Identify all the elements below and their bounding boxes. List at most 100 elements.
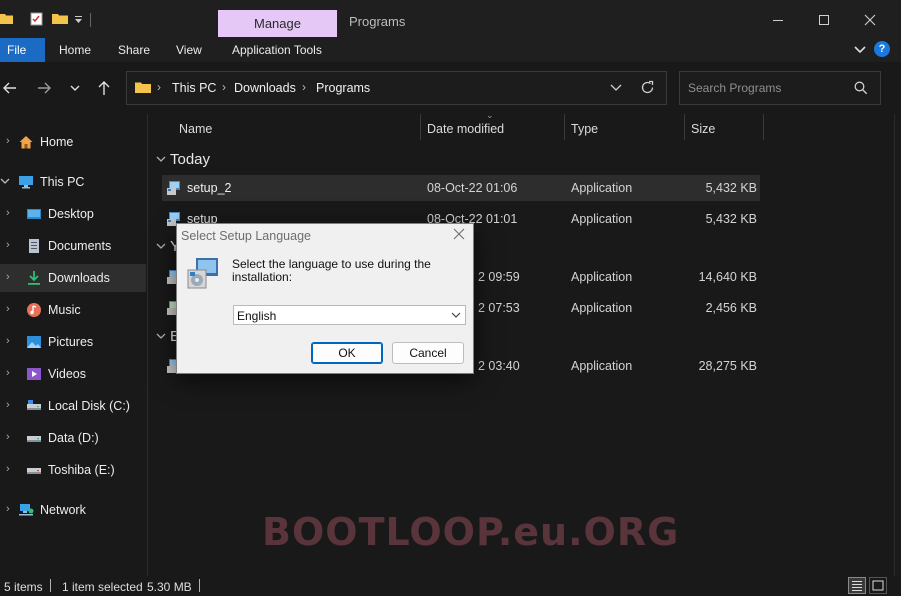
tab-application-tools[interactable]: Application Tools bbox=[232, 38, 322, 62]
tab-file[interactable]: File bbox=[0, 38, 45, 62]
minimize-icon[interactable] bbox=[768, 10, 788, 30]
sidebar-item-data-d[interactable]: › Data (D:) bbox=[0, 424, 146, 452]
vertical-scrollbar[interactable] bbox=[894, 114, 901, 576]
sidebar-item-videos[interactable]: › Videos bbox=[0, 360, 146, 388]
column-header-size[interactable]: Size bbox=[691, 122, 715, 136]
watermark: BOOTLOOP.eu.ORG bbox=[262, 510, 680, 554]
dialog-title: Select Setup Language bbox=[181, 229, 311, 243]
setup-language-dialog: Select Setup Language Select the languag… bbox=[176, 223, 474, 374]
sidebar-item-documents[interactable]: › Documents bbox=[0, 232, 146, 260]
file-row[interactable]: setup_2 08-Oct-22 01:06 Application 5,43… bbox=[162, 175, 760, 201]
cancel-button[interactable]: Cancel bbox=[392, 342, 464, 364]
breadcrumb-this-pc[interactable]: This PC bbox=[172, 81, 216, 95]
chevron-down-icon[interactable] bbox=[156, 243, 166, 251]
file-type: Application bbox=[571, 359, 633, 373]
file-date: 2 09:59 bbox=[478, 270, 520, 284]
tab-share[interactable]: Share bbox=[118, 38, 150, 62]
column-divider[interactable] bbox=[763, 114, 764, 140]
search-icon[interactable] bbox=[854, 81, 868, 95]
expand-ribbon-icon[interactable] bbox=[854, 43, 866, 55]
column-header-date-modified[interactable]: Date modified bbox=[427, 122, 504, 136]
large-icons-view-icon[interactable] bbox=[869, 577, 887, 594]
sidebar-item-pictures[interactable]: › Pictures bbox=[0, 328, 146, 356]
help-icon[interactable]: ? bbox=[874, 41, 890, 57]
tab-home[interactable]: Home bbox=[59, 38, 91, 62]
chevron-down-icon[interactable] bbox=[610, 83, 622, 93]
sidebar-item-downloads[interactable]: › Downloads bbox=[0, 264, 146, 292]
breadcrumb-downloads[interactable]: Downloads bbox=[234, 81, 296, 95]
chevron-down-icon[interactable] bbox=[156, 156, 166, 164]
file-size: 2,456 KB bbox=[705, 301, 757, 315]
breadcrumb-programs[interactable]: Programs bbox=[316, 81, 370, 95]
installer-icon bbox=[187, 258, 218, 289]
column-divider[interactable] bbox=[684, 114, 685, 140]
column-header-name[interactable]: Name bbox=[179, 122, 212, 136]
file-size: 14,640 KB bbox=[698, 270, 757, 284]
back-arrow-icon[interactable] bbox=[0, 78, 22, 98]
chevron-right-icon[interactable]: › bbox=[6, 335, 10, 347]
sidebar-item-desktop[interactable]: › Desktop bbox=[0, 200, 146, 228]
network-icon bbox=[19, 504, 34, 516]
sidebar-item-toshiba-e[interactable]: › Toshiba (E:) bbox=[0, 456, 146, 484]
tab-manage[interactable]: Manage bbox=[218, 10, 337, 37]
file-type: Application bbox=[571, 301, 633, 315]
file-name: setup_2 bbox=[187, 181, 232, 195]
customize-toolbar-icon[interactable] bbox=[74, 12, 83, 25]
new-folder-icon[interactable] bbox=[52, 12, 68, 25]
file-size: 5,432 KB bbox=[705, 181, 757, 195]
monitor-icon bbox=[19, 176, 33, 189]
sidebar-item-network[interactable]: › Network bbox=[0, 496, 146, 524]
chevron-right-icon[interactable]: › bbox=[6, 303, 10, 315]
sidebar-item-local-disk-c[interactable]: › Local Disk (C:) bbox=[0, 392, 146, 420]
installer-icon bbox=[167, 181, 180, 195]
chevron-down-icon[interactable] bbox=[156, 333, 166, 341]
sidebar-item-this-pc[interactable]: This PC bbox=[0, 168, 146, 196]
file-type: Application bbox=[571, 212, 633, 226]
sidebar-item-music[interactable]: › Music bbox=[0, 296, 146, 324]
chevron-right-icon[interactable]: › bbox=[6, 207, 10, 219]
status-divider bbox=[50, 579, 51, 592]
language-select[interactable]: English bbox=[233, 305, 466, 325]
chevron-down-icon[interactable] bbox=[450, 309, 462, 321]
tab-view[interactable]: View bbox=[176, 38, 202, 62]
refresh-icon[interactable] bbox=[640, 80, 655, 95]
ok-button[interactable]: OK bbox=[311, 342, 383, 364]
selection-size: 5.30 MB bbox=[147, 580, 192, 594]
details-view-icon[interactable] bbox=[848, 577, 866, 594]
chevron-right-icon[interactable]: › bbox=[6, 367, 10, 379]
chevron-right-icon[interactable]: › bbox=[222, 80, 226, 94]
properties-icon[interactable] bbox=[30, 12, 43, 26]
up-arrow-icon[interactable] bbox=[93, 78, 115, 98]
music-icon bbox=[27, 303, 41, 317]
dialog-prompt: Select the language to use during the in… bbox=[232, 257, 431, 284]
chevron-right-icon[interactable]: › bbox=[6, 431, 10, 443]
chevron-right-icon[interactable]: › bbox=[6, 135, 10, 147]
search-input[interactable] bbox=[688, 80, 848, 96]
chevron-right-icon[interactable]: › bbox=[6, 503, 10, 515]
window-title: Programs bbox=[349, 14, 406, 29]
sidebar-item-home[interactable]: › Home bbox=[0, 128, 146, 156]
chevron-right-icon[interactable]: › bbox=[6, 239, 10, 251]
title-bar: Manage Programs bbox=[0, 0, 901, 38]
close-icon[interactable] bbox=[451, 227, 467, 245]
address-bar[interactable]: › This PC › Downloads › Programs bbox=[126, 71, 667, 105]
close-icon[interactable] bbox=[860, 10, 880, 30]
file-date: 08-Oct-22 01:06 bbox=[427, 181, 518, 195]
chevron-right-icon[interactable]: › bbox=[6, 463, 10, 475]
column-header-type[interactable]: Type bbox=[571, 122, 598, 136]
folder-icon bbox=[135, 82, 151, 93]
chevron-right-icon[interactable]: › bbox=[157, 80, 161, 94]
column-divider[interactable] bbox=[420, 114, 421, 140]
chevron-right-icon[interactable]: › bbox=[6, 399, 10, 411]
drive-icon bbox=[27, 436, 41, 442]
pictures-icon bbox=[27, 336, 41, 348]
maximize-icon[interactable] bbox=[814, 10, 834, 30]
videos-icon bbox=[27, 368, 41, 380]
column-divider[interactable] bbox=[564, 114, 565, 140]
forward-arrow-icon[interactable] bbox=[34, 78, 56, 98]
chevron-right-icon[interactable]: › bbox=[6, 271, 10, 283]
search-box[interactable] bbox=[679, 71, 881, 105]
recent-locations-icon[interactable] bbox=[64, 78, 86, 98]
chevron-down-icon[interactable] bbox=[0, 178, 10, 186]
chevron-right-icon[interactable]: › bbox=[302, 80, 306, 94]
